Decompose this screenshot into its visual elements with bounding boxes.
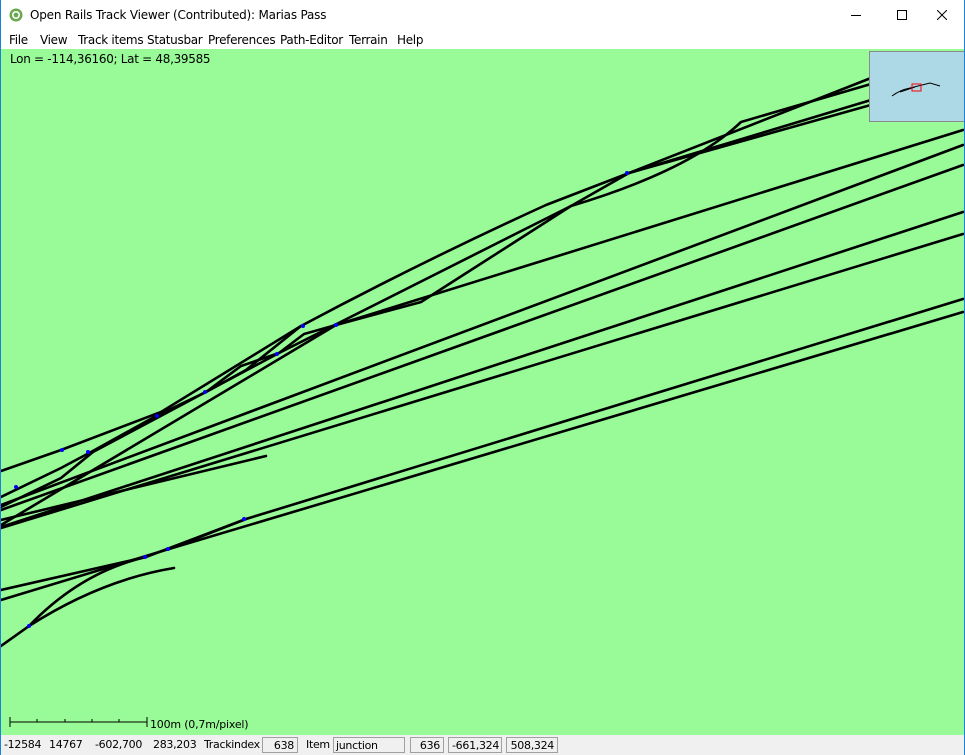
- junction-marker: [166, 547, 170, 551]
- track-line: [1, 143, 964, 507]
- item-x: -661,324: [448, 737, 502, 753]
- trackindex-value: 638: [262, 737, 298, 753]
- minimize-icon: [851, 15, 861, 16]
- track-line: [27, 566, 176, 628]
- tile-x: -12584: [4, 738, 42, 751]
- track-map-canvas[interactable]: Lon = -114,36160; Lat = 48,39585 100m (0…: [1, 49, 964, 735]
- trackindex-label: Trackindex: [204, 738, 260, 751]
- junction-marker: [625, 171, 629, 175]
- minimap[interactable]: [869, 51, 964, 122]
- world-z: 283,203: [153, 738, 197, 751]
- junction-marker: [143, 555, 147, 559]
- maximize-icon: [897, 10, 907, 20]
- track-line: [1, 232, 964, 530]
- junction-marker: [334, 323, 338, 327]
- item-type-field[interactable]: junction: [333, 737, 405, 753]
- junction-marker: [275, 352, 279, 356]
- junction-marker: [14, 485, 18, 489]
- junction-marker: [301, 324, 305, 328]
- menu-file[interactable]: File: [9, 33, 28, 47]
- item-index: 636: [410, 737, 444, 753]
- track-layout: [1, 76, 964, 727]
- app-window: Open Rails Track Viewer (Contributed): M…: [0, 0, 965, 755]
- menu-help[interactable]: Help: [397, 33, 423, 47]
- junction-marker: [27, 624, 31, 628]
- window-title: Open Rails Track Viewer (Contributed): M…: [30, 8, 327, 22]
- world-x: -602,700: [95, 738, 143, 751]
- track-line: [1, 324, 303, 499]
- menu-terrain[interactable]: Terrain: [349, 33, 388, 47]
- menu-path-editor[interactable]: Path-Editor: [280, 33, 343, 47]
- status-bar: -12584 14767 -602,700 283,203 Trackindex…: [1, 735, 964, 755]
- menu-bar: File View Track items Statusbar Preferen…: [1, 30, 964, 49]
- coordinates-readout: Lon = -114,36160; Lat = 48,39585: [10, 52, 211, 66]
- scale-label: 100m (0,7m/pixel): [150, 718, 249, 731]
- junction-marker: [86, 450, 90, 454]
- close-icon: [937, 10, 947, 20]
- track-line: [1, 128, 964, 527]
- item-z: 508,324: [506, 737, 558, 753]
- menu-view[interactable]: View: [40, 33, 68, 47]
- track-line: [1, 163, 964, 512]
- close-button[interactable]: [919, 0, 965, 30]
- tile-z: 14767: [49, 738, 83, 751]
- track-line: [167, 517, 248, 551]
- menu-track-items[interactable]: Track items: [78, 33, 144, 47]
- junction-marker: [242, 517, 246, 521]
- track-line: [1, 210, 964, 529]
- scale-bar: [9, 717, 148, 727]
- track-line: [1, 297, 964, 592]
- junction-marker: [60, 448, 64, 452]
- open-rails-icon: [9, 8, 23, 22]
- item-label: Item: [306, 738, 330, 751]
- junction-marker: [155, 414, 159, 418]
- minimap-view: [891, 82, 941, 97]
- title-bar[interactable]: Open Rails Track Viewer (Contributed): M…: [1, 0, 964, 30]
- minimize-button[interactable]: [833, 0, 879, 30]
- menu-statusbar[interactable]: Statusbar: [147, 33, 203, 47]
- menu-preferences[interactable]: Preferences: [208, 33, 276, 47]
- junction-marker: [203, 390, 207, 394]
